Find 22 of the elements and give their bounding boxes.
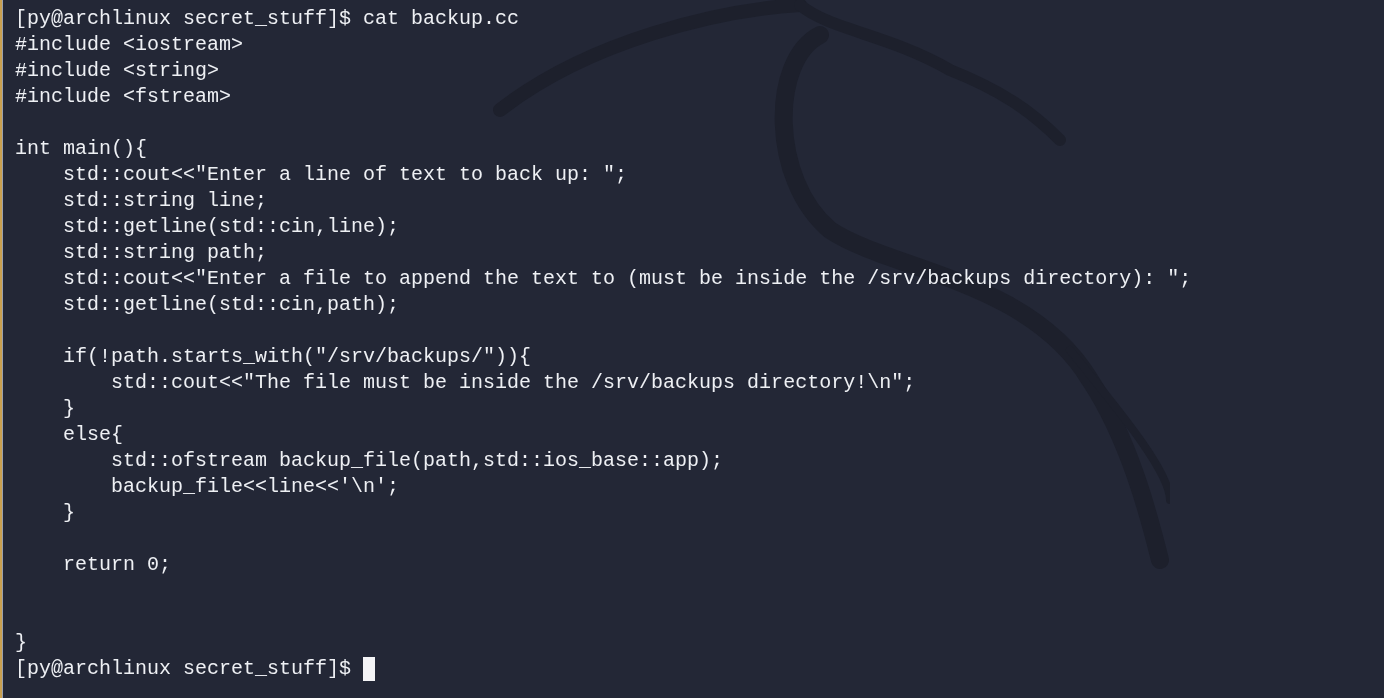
code-line: #include <string> [15,58,220,84]
code-line: std::cout<<"Enter a line of text to back up: "; [62,162,628,188]
shell-prompt: [py@archlinux secret_stuff]$ [15,6,352,32]
code-line: return 0; [62,552,172,578]
code-line: int main(){ [15,136,148,162]
code-line: } [62,500,75,526]
shell-prompt: [py@archlinux secret_stuff]$ [15,656,352,682]
code-line: } [15,630,27,656]
shell-command: cat backup.cc [363,6,520,32]
code-line: #include <fstream> [15,84,232,110]
code-line: backup_file<<line<<'\n'; [110,474,400,500]
code-line: std::cout<<"The file must be inside the /srv/backups directory!\n"; [110,370,916,396]
code-line: #include <iostream> [15,32,244,58]
code-line: std::string line; [62,188,268,214]
code-line: std::string path; [62,240,268,266]
code-line: else{ [62,422,124,448]
code-line: std::cout<<"Enter a file to append the text to (must be inside the /srv/backups directory): "; [62,266,1192,292]
code-line: if(!path.starts_with("/srv/backups/")){ [62,344,532,370]
code-line: std::getline(std::cin,line); [62,214,400,240]
code-line: std::ofstream backup_file(path,std::ios_base::app); [110,448,724,474]
code-line: } [62,396,75,422]
code-line: std::getline(std::cin,path); [62,292,400,318]
